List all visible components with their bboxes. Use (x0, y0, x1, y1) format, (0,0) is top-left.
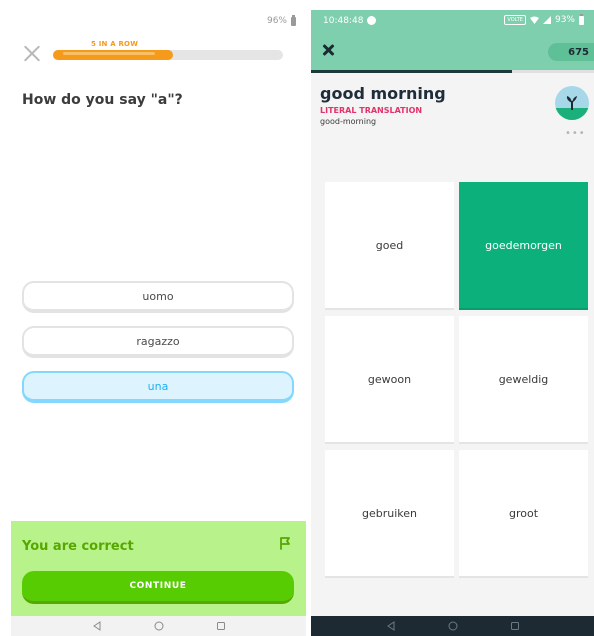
battery-icon (291, 14, 296, 26)
lesson-progress-bar (53, 50, 283, 60)
session-progress-bar (311, 70, 594, 73)
prompt-text: good morning (320, 84, 446, 103)
answer-tile-geweldig[interactable]: geweldig (459, 316, 588, 444)
feedback-banner: You are correct CONTINUE (11, 521, 306, 616)
status-icons: VOLTE 93% (504, 13, 584, 25)
answer-tile-goed[interactable]: goed (325, 182, 454, 310)
signal-icon (542, 16, 551, 24)
close-icon[interactable] (23, 44, 41, 62)
answer-tile-gebruiken[interactable]: gebruiken (325, 450, 454, 578)
more-options-icon[interactable]: ••• (565, 128, 586, 139)
progress-fill (311, 70, 512, 73)
answer-tile-goedemorgen-correct[interactable]: goedemorgen (459, 182, 588, 310)
progress-highlight (63, 52, 155, 55)
duolingo-panel: 96% 5 IN A ROW How do you say "a"? uomo … (11, 10, 306, 636)
mem-avatar[interactable] (555, 86, 589, 120)
flag-icon[interactable] (278, 536, 292, 550)
wifi-icon (529, 16, 539, 24)
memrise-panel: 10:48:48 VOLTE 93% 675 good morning LITE… (311, 10, 594, 636)
status-bar: 96% (266, 14, 296, 26)
battery-icon (579, 13, 584, 25)
nav-home-icon[interactable] (446, 619, 460, 633)
notification-icon (367, 16, 376, 25)
points-badge: 675 (548, 43, 594, 61)
option-ragazzo[interactable]: ragazzo (22, 326, 294, 358)
screenshot-stage: 96% 5 IN A ROW How do you say "a"? uomo … (0, 0, 594, 636)
battery-percent: 96% (266, 16, 287, 26)
answer-tile-gewoon[interactable]: gewoon (325, 316, 454, 444)
sprout-icon (566, 96, 577, 110)
feedback-title: You are correct (22, 539, 134, 554)
session-header: 675 (311, 32, 594, 70)
android-nav-bar (311, 616, 594, 636)
option-una-selected[interactable]: una (22, 371, 294, 403)
streak-label: 5 IN A ROW (91, 40, 139, 48)
question-text: How do you say "a"? (22, 92, 183, 108)
answer-tile-groot[interactable]: groot (459, 450, 588, 578)
battery-percent: 93% (554, 15, 575, 25)
literal-translation-label: LITERAL TRANSLATION (320, 106, 423, 115)
close-icon[interactable] (322, 43, 336, 57)
volte-badge: VOLTE (504, 15, 526, 25)
status-time: 10:48:48 (323, 16, 364, 26)
nav-recents-icon[interactable] (214, 619, 228, 633)
android-nav-bar (11, 616, 306, 636)
continue-button[interactable]: CONTINUE (22, 571, 294, 604)
nav-home-icon[interactable] (152, 619, 166, 633)
nav-back-icon[interactable] (384, 619, 398, 633)
status-bar: 10:48:48 VOLTE 93% (311, 10, 594, 32)
nav-recents-icon[interactable] (508, 619, 522, 633)
option-uomo[interactable]: uomo (22, 281, 294, 313)
nav-back-icon[interactable] (90, 619, 104, 633)
literal-translation-value: good-morning (320, 117, 377, 126)
